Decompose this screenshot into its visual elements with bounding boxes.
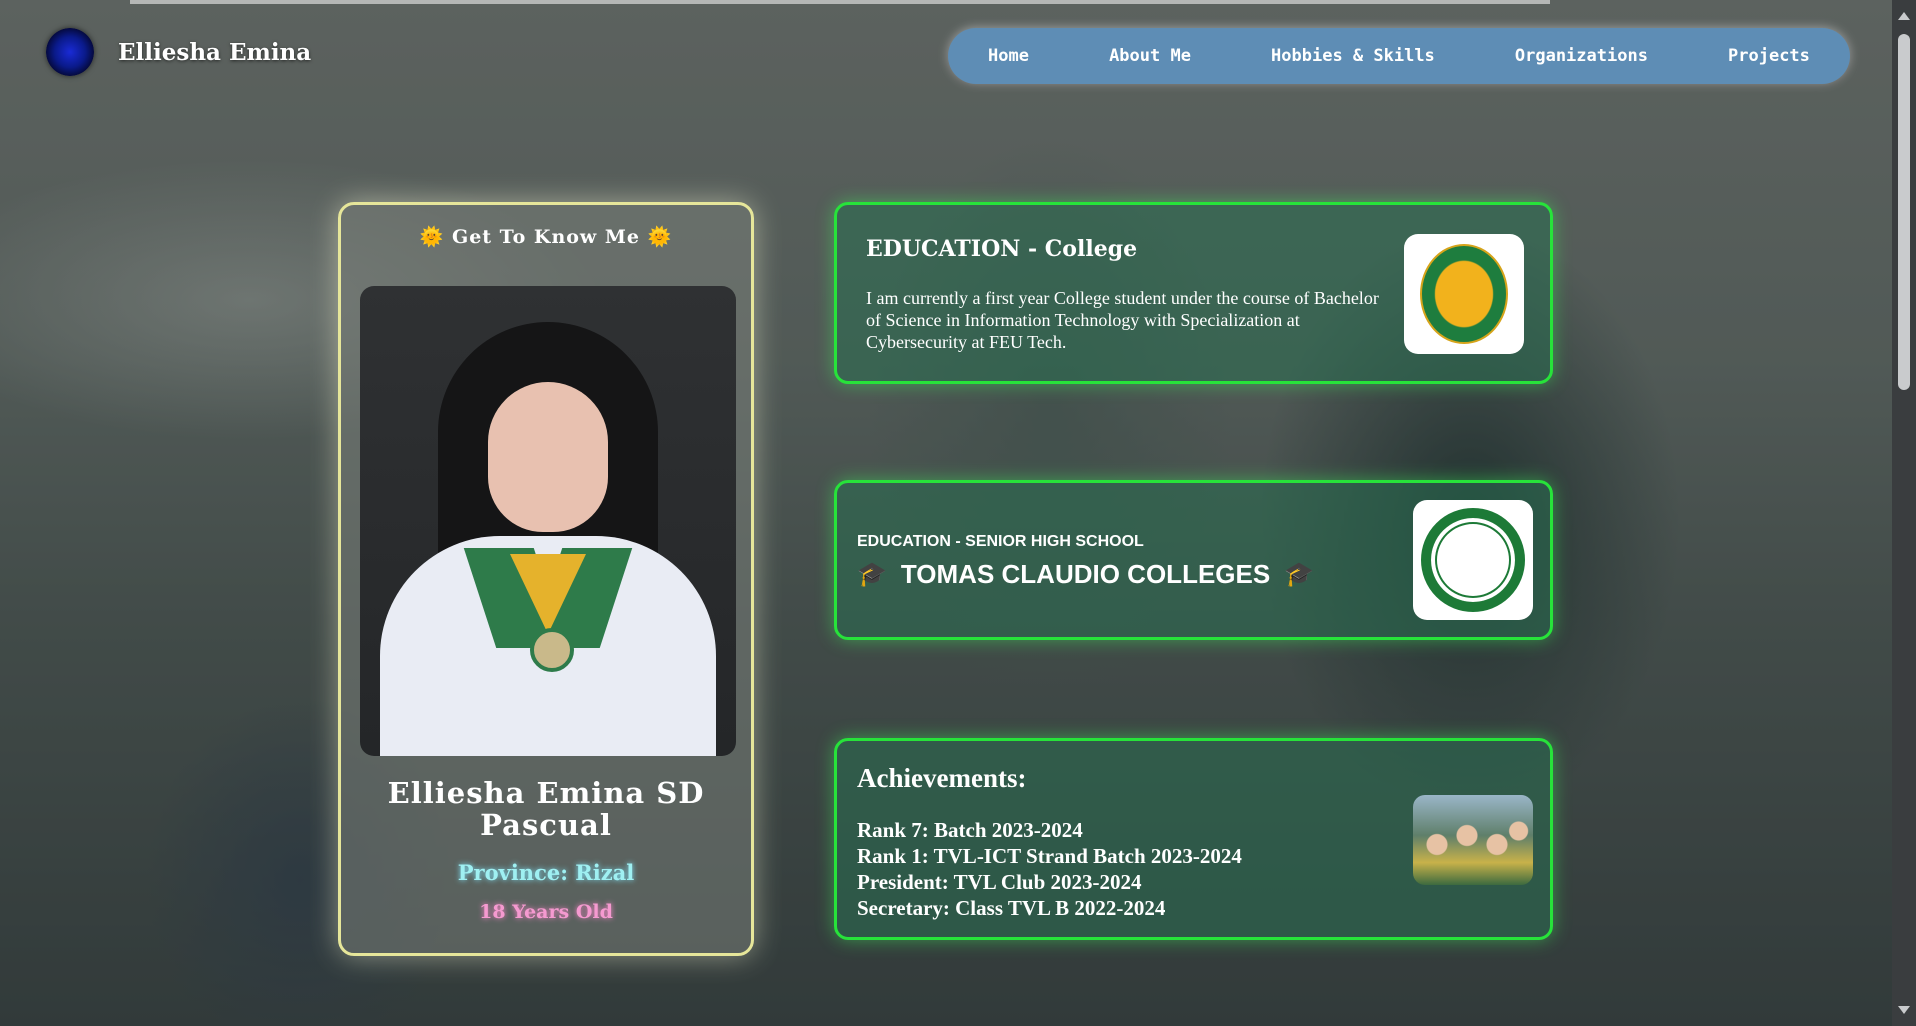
scroll-down-icon[interactable]	[1898, 1006, 1910, 1014]
achievements-card: Achievements: Rank 7: Batch 2023-2024 Ra…	[834, 738, 1553, 940]
shs-label: EDUCATION - SENIOR HIGH SCHOOL	[857, 533, 1144, 550]
graduation-cap-icon: 🎓	[1284, 561, 1315, 588]
achievements-photo	[1413, 795, 1533, 885]
college-description: I am currently a first year College stud…	[866, 288, 1379, 352]
profile-age: 18 Years Old	[479, 901, 613, 923]
tcc-logo	[1413, 500, 1533, 620]
achievements-list: Rank 7: Batch 2023-2024 Rank 1: TVL-ICT …	[857, 817, 1242, 921]
college-card: EDUCATION - College I am currently a fir…	[834, 202, 1553, 384]
shs-card: EDUCATION - SENIOR HIGH SCHOOL 🎓 TOMAS C…	[834, 480, 1553, 640]
achievement-item: Secretary: Class TVL B 2022-2024	[857, 896, 1166, 920]
shs-school-name: TOMAS CLAUDIO COLLEGES	[900, 559, 1271, 589]
top-border	[130, 0, 1550, 4]
feu-seal-icon	[1420, 244, 1508, 344]
achievement-item: Rank 7: Batch 2023-2024	[857, 818, 1083, 842]
achievement-item: Rank 1: TVL-ICT Strand Batch 2023-2024	[857, 844, 1242, 868]
tcc-seal-icon	[1421, 508, 1525, 612]
scroll-up-icon[interactable]	[1898, 12, 1910, 20]
feu-logo	[1404, 234, 1524, 354]
nav-home[interactable]: Home	[988, 46, 1029, 66]
main-nav: Home About Me Hobbies & Skills Organizat…	[948, 28, 1850, 84]
scroll-thumb[interactable]	[1898, 34, 1910, 390]
rose-icon	[46, 28, 94, 76]
profile-province: Province: Rizal	[457, 860, 635, 885]
nav-about-me[interactable]: About Me	[1109, 46, 1191, 66]
nav-hobbies-skills[interactable]: Hobbies & Skills	[1271, 46, 1435, 66]
achievements-title: Achievements:	[857, 763, 1027, 793]
profile-heading: 🌞 Get To Know Me 🌞	[419, 226, 673, 248]
profile-card: 🌞 Get To Know Me 🌞 Elliesha Emina SD Pas…	[338, 202, 754, 956]
brand[interactable]: Elliesha Emina	[46, 28, 311, 76]
shs-school: 🎓 TOMAS CLAUDIO COLLEGES 🎓	[857, 559, 1314, 590]
college-title: EDUCATION - College	[866, 236, 1138, 262]
nav-organizations[interactable]: Organizations	[1515, 46, 1648, 66]
brand-name: Elliesha Emina	[118, 38, 312, 66]
nav-projects[interactable]: Projects	[1728, 46, 1810, 66]
graduation-cap-icon: 🎓	[857, 561, 887, 588]
scrollbar[interactable]	[1892, 0, 1916, 1026]
profile-photo	[360, 286, 736, 756]
achievement-item: President: TVL Club 2023-2024	[857, 870, 1142, 894]
profile-name: Elliesha Emina SD Pascual	[387, 776, 705, 842]
